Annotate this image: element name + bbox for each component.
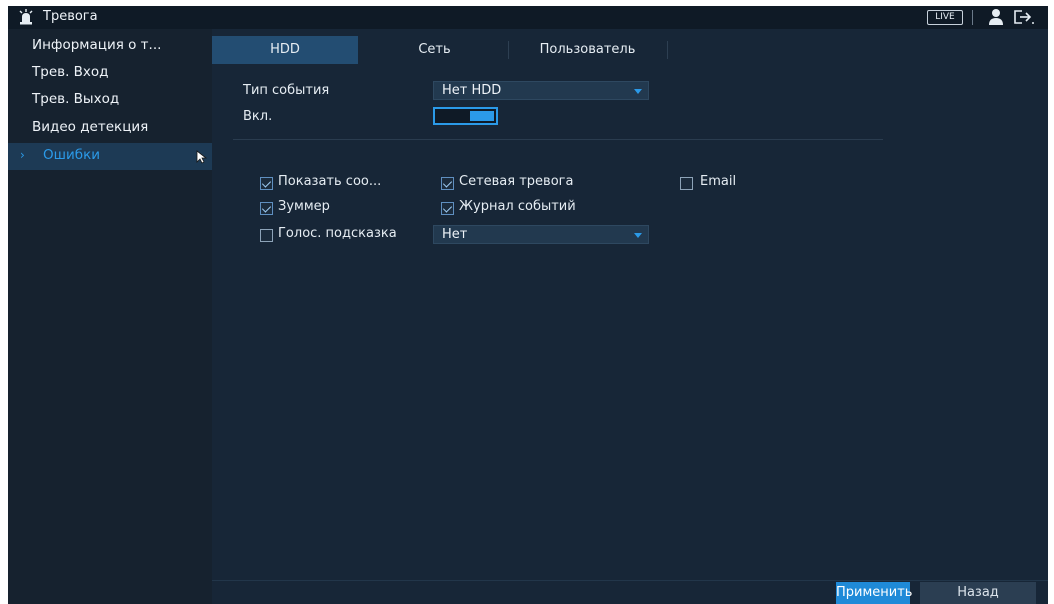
- apply-button[interactable]: Применить: [836, 582, 912, 604]
- tab-bar: HDD Сеть Пользователь: [212, 36, 1048, 64]
- event-type-select[interactable]: Нет HDD: [433, 81, 649, 100]
- sidebar-item-alarm-in[interactable]: Трев. Вход: [8, 60, 212, 87]
- sidebar: Информация о т... Трев. Вход Трев. Выход…: [8, 29, 212, 604]
- network-alarm-label: Сетевая тревога: [459, 174, 574, 189]
- back-button[interactable]: Назад: [920, 582, 1036, 604]
- titlebar-divider: [972, 10, 973, 25]
- show-message-checkbox[interactable]: [260, 177, 273, 190]
- enable-label: Вкл.: [243, 109, 273, 124]
- network-alarm-checkbox[interactable]: [441, 177, 454, 190]
- sidebar-item-info[interactable]: Информация о т...: [8, 33, 212, 60]
- tab-divider: [667, 41, 668, 59]
- enable-toggle[interactable]: [433, 107, 498, 125]
- alarm-icon: [19, 9, 33, 25]
- buzzer-checkbox[interactable]: [260, 202, 273, 215]
- mouse-cursor-icon: [196, 150, 208, 164]
- buzzer-label: Зуммер: [278, 199, 330, 214]
- chevron-down-icon: [634, 89, 642, 94]
- sidebar-item-label: Видео детекция: [32, 119, 149, 135]
- live-button[interactable]: LIVE: [927, 10, 963, 25]
- sidebar-item-label: Трев. Вход: [32, 64, 109, 80]
- tab-divider: [508, 41, 509, 59]
- tab-user[interactable]: Пользователь: [510, 36, 665, 64]
- voice-prompt-label: Голос. подсказка: [278, 226, 397, 241]
- email-label: Email: [700, 174, 737, 189]
- toggle-knob: [470, 111, 494, 121]
- sidebar-item-errors[interactable]: › Ошибки: [8, 143, 212, 170]
- section-divider: [233, 139, 883, 140]
- page-title: Тревога: [43, 9, 98, 24]
- event-type-label: Тип события: [243, 83, 330, 98]
- voice-prompt-checkbox[interactable]: [260, 229, 273, 242]
- tab-network[interactable]: Сеть: [362, 36, 507, 64]
- sidebar-item-label: Информация о т...: [32, 37, 162, 53]
- voice-prompt-select[interactable]: Нет: [433, 225, 649, 244]
- voice-prompt-value: Нет: [442, 227, 468, 242]
- event-log-label: Журнал событий: [459, 199, 576, 214]
- event-type-value: Нет HDD: [442, 83, 502, 98]
- logout-icon[interactable]: [1013, 8, 1035, 26]
- title-bar: Тревога LIVE: [8, 6, 1048, 29]
- chevron-right-icon: ›: [20, 148, 25, 162]
- tab-hdd[interactable]: HDD: [212, 36, 358, 64]
- email-checkbox[interactable]: [680, 177, 693, 190]
- sidebar-item-video-detection[interactable]: Видео детекция: [8, 115, 212, 142]
- show-message-label: Показать соо...: [278, 174, 382, 189]
- alarm-window: Тревога LIVE Информация о т... Трев. Вхо…: [8, 6, 1048, 604]
- chevron-down-icon: [634, 233, 642, 238]
- event-log-checkbox[interactable]: [441, 202, 454, 215]
- user-icon[interactable]: [988, 8, 1004, 26]
- sidebar-item-alarm-out[interactable]: Трев. Выход: [8, 87, 212, 114]
- sidebar-item-label: Трев. Выход: [32, 91, 120, 107]
- sidebar-item-label: Ошибки: [43, 147, 101, 163]
- footer-divider: [212, 580, 1048, 581]
